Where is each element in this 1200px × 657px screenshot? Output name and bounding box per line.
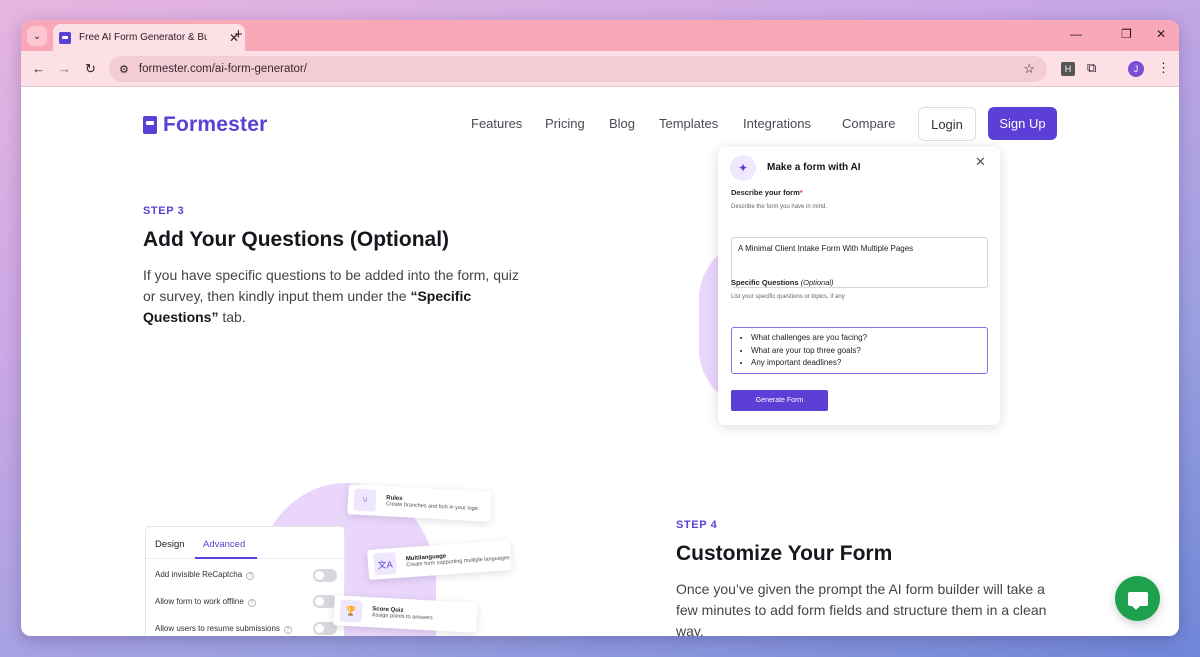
formester-favicon-icon bbox=[59, 31, 71, 44]
option-resume: Allow users to resume submissions? bbox=[155, 624, 292, 634]
generate-form-button[interactable]: Generate Form bbox=[731, 390, 828, 411]
step3-label: STEP 3 bbox=[143, 205, 185, 217]
extensions-puzzle-icon[interactable]: ⧉ bbox=[1087, 60, 1096, 76]
browser-window: ⌄ Free AI Form Generator & Build ✕ + — ❐… bbox=[21, 20, 1179, 636]
new-tab-button[interactable]: + bbox=[234, 26, 243, 43]
signup-button[interactable]: Sign Up bbox=[988, 107, 1057, 140]
back-arrow-icon[interactable]: ← bbox=[32, 61, 45, 76]
formester-logo-icon bbox=[143, 116, 157, 134]
nav-integrations[interactable]: Integrations bbox=[743, 116, 811, 131]
toggle-recaptcha[interactable] bbox=[313, 569, 337, 582]
option-label: Add invisible ReCaptcha bbox=[155, 570, 243, 579]
step3-title: Add Your Questions (Optional) bbox=[143, 228, 450, 251]
tab-title: Free AI Form Generator & Build bbox=[79, 32, 207, 43]
settings-panel: Design Advanced Add invisible ReCaptcha?… bbox=[145, 526, 345, 636]
tab-design[interactable]: Design bbox=[155, 539, 185, 550]
list-item: Any important deadlines? bbox=[751, 357, 987, 370]
describe-help: Describe the form you have in mind. bbox=[731, 204, 828, 210]
required-mark: * bbox=[799, 188, 803, 197]
list-item: What challenges are you facing? bbox=[751, 332, 987, 345]
chat-bubble-icon bbox=[1127, 591, 1148, 610]
chat-button[interactable] bbox=[1115, 576, 1160, 621]
step4-label: STEP 4 bbox=[676, 519, 718, 531]
login-button[interactable]: Login bbox=[918, 107, 976, 141]
step4-title: Customize Your Form bbox=[676, 542, 893, 565]
help-icon: ? bbox=[247, 599, 256, 607]
questions-help: List your specific questions or topics, … bbox=[731, 294, 845, 300]
describe-label-text: Describe your form bbox=[731, 188, 800, 197]
extension-h-icon[interactable]: H bbox=[1061, 62, 1075, 76]
web-page: Formester Features Pricing Blog Template… bbox=[21, 87, 1179, 636]
nav-blog[interactable]: Blog bbox=[609, 116, 635, 131]
window-close-icon[interactable]: ✕ bbox=[1156, 27, 1166, 41]
list-item: What are your top three goals? bbox=[751, 345, 987, 358]
tab-advanced[interactable]: Advanced bbox=[203, 539, 245, 550]
option-offline: Allow form to work offline? bbox=[155, 597, 256, 607]
help-icon: ? bbox=[283, 626, 292, 634]
tab-search-button[interactable]: ⌄ bbox=[27, 26, 47, 46]
help-icon: ? bbox=[246, 572, 255, 580]
modal-title: Make a form with AI bbox=[767, 162, 861, 173]
questions-textarea[interactable]: What challenges are you facing? What are… bbox=[731, 327, 988, 374]
tab-bar: ⌄ Free AI Form Generator & Build ✕ + — ❐… bbox=[21, 20, 1179, 51]
option-recaptcha: Add invisible ReCaptcha? bbox=[155, 570, 255, 580]
browser-menu-icon[interactable]: ⋮ bbox=[1157, 60, 1170, 76]
translate-icon: 文A bbox=[373, 552, 397, 576]
nav-pricing[interactable]: Pricing bbox=[545, 116, 585, 131]
browser-tab[interactable]: Free AI Form Generator & Build ✕ bbox=[53, 24, 245, 51]
describe-label: Describe your form* bbox=[731, 188, 803, 197]
forward-arrow-icon[interactable]: → bbox=[58, 61, 71, 76]
minimize-icon[interactable]: — bbox=[1070, 27, 1082, 41]
step3-description: If you have specific questions to be add… bbox=[143, 265, 521, 328]
bookmark-star-icon[interactable]: ☆ bbox=[1023, 61, 1035, 77]
trophy-icon: 🏆 bbox=[339, 599, 363, 623]
ai-form-modal: ✦ Make a form with AI ✕ Describe your fo… bbox=[718, 147, 1000, 425]
questions-label-text: Specific Questions bbox=[731, 278, 799, 287]
option-label: Allow form to work offline bbox=[155, 597, 244, 606]
address-bar[interactable]: ⚙ formester.com/ai-form-generator/ ☆ bbox=[109, 56, 1047, 82]
site-logo[interactable]: Formester bbox=[143, 113, 268, 137]
active-tab-indicator bbox=[195, 557, 257, 559]
restore-icon[interactable]: ❐ bbox=[1121, 27, 1132, 41]
branch-icon: ⑂ bbox=[353, 488, 377, 512]
address-toolbar: ← → ↻ ⚙ formester.com/ai-form-generator/… bbox=[21, 51, 1179, 87]
step3-desc-end: tab. bbox=[218, 309, 246, 325]
step4-description: Once you’ve given the prompt the AI form… bbox=[676, 581, 1047, 636]
nav-compare[interactable]: Compare bbox=[842, 116, 895, 131]
reload-icon[interactable]: ↻ bbox=[85, 61, 96, 77]
chevron-down-icon: ⌄ bbox=[32, 30, 42, 42]
profile-avatar[interactable]: J bbox=[1128, 61, 1144, 77]
logo-text: Formester bbox=[163, 113, 268, 136]
option-label: Allow users to resume submissions bbox=[155, 624, 280, 633]
nav-features[interactable]: Features bbox=[471, 116, 522, 131]
url-text[interactable]: formester.com/ai-form-generator/ bbox=[139, 63, 307, 75]
questions-label: Specific Questions (Optional) bbox=[731, 278, 834, 287]
site-info-icon[interactable]: ⚙ bbox=[119, 63, 129, 76]
close-icon[interactable]: ✕ bbox=[975, 154, 986, 170]
sparkle-icon: ✦ bbox=[730, 155, 756, 181]
questions-optional: (Optional) bbox=[800, 278, 834, 287]
nav-templates[interactable]: Templates bbox=[659, 116, 718, 131]
